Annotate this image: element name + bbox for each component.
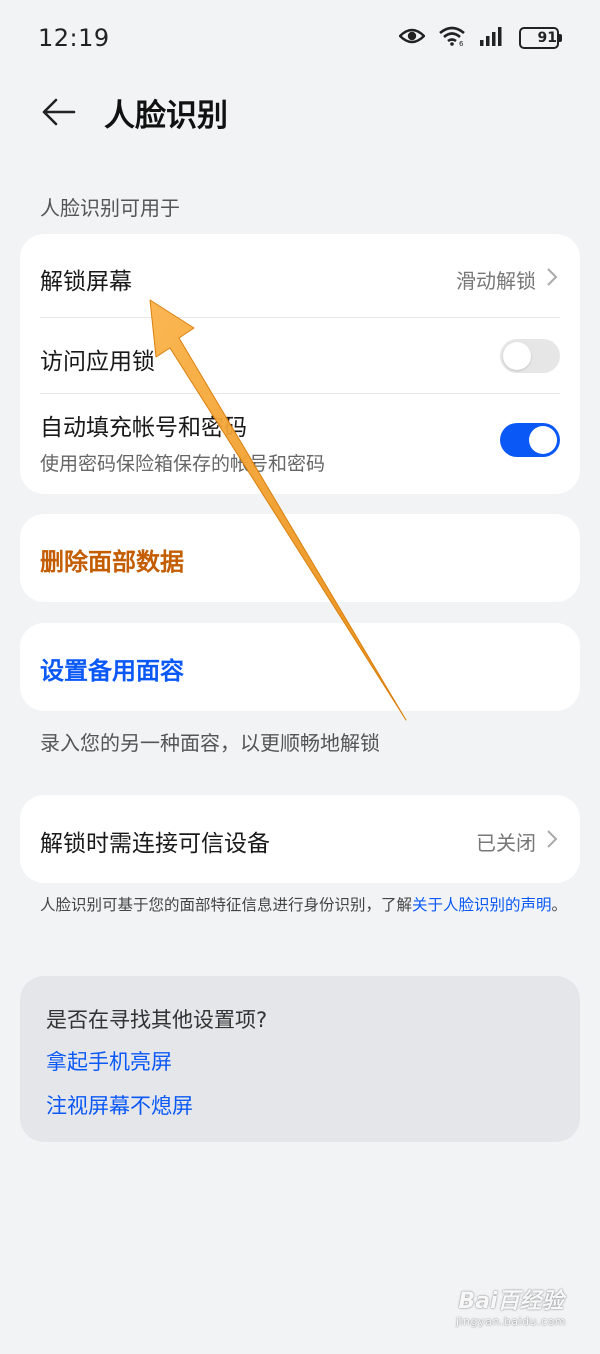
status-icons: 6 91 <box>398 26 562 50</box>
face-recognition-disclaimer: 人脸识别可基于您的面部特征信息进行身份识别，了解关于人脸识别的声明。 <box>40 894 570 917</box>
status-time: 12:19 <box>38 24 110 52</box>
statement-link[interactable]: 关于人脸识别的声明 <box>412 896 552 914</box>
section-label: 人脸识别可用于 <box>40 196 180 220</box>
alt-face-card[interactable]: 设置备用面容 <box>20 623 580 711</box>
autofill-label: 自动填充帐号和密码 <box>40 415 247 441</box>
eye-icon <box>398 26 426 50</box>
disclaimer-end: 。 <box>551 896 568 914</box>
back-button[interactable] <box>34 92 82 132</box>
watermark-url: jingyan.baidu.com <box>456 1315 567 1328</box>
header: 人脸识别 <box>0 76 600 148</box>
alt-face-button[interactable]: 设置备用面容 <box>40 651 184 686</box>
usage-card: 解锁屏幕 滑动解锁 访问应用锁 自动填充帐号和密码 使用密码保险箱保存的帐号和密… <box>20 234 580 494</box>
autofill-sublabel: 使用密码保险箱保存的帐号和密码 <box>40 453 326 475</box>
app-lock-label: 访问应用锁 <box>40 349 155 375</box>
unlock-screen-label: 解锁屏幕 <box>40 269 132 295</box>
trusted-device-row[interactable]: 解锁时需连接可信设备 已关闭 <box>20 795 580 883</box>
stay-on-when-viewing-link[interactable]: 注视屏幕不熄屏 <box>46 1090 193 1120</box>
unlock-screen-row[interactable]: 解锁屏幕 滑动解锁 <box>20 234 580 318</box>
svg-text:6: 6 <box>459 40 464 46</box>
delete-face-card[interactable]: 删除面部数据 <box>20 514 580 602</box>
raise-to-wake-link[interactable]: 拿起手机亮屏 <box>46 1046 172 1076</box>
trusted-device-card: 解锁时需连接可信设备 已关闭 <box>20 795 580 883</box>
app-lock-row[interactable]: 访问应用锁 <box>20 318 580 394</box>
chevron-right-icon <box>547 268 558 286</box>
watermark: Bai百经验 jingyan.baidu.com <box>456 1283 566 1328</box>
suggestions-card: 是否在寻找其他设置项? 拿起手机亮屏 注视屏幕不熄屏 <box>20 976 580 1142</box>
autofill-row[interactable]: 自动填充帐号和密码 使用密码保险箱保存的帐号和密码 <box>20 394 580 494</box>
trusted-device-value: 已关闭 <box>476 831 536 855</box>
battery-icon: 91 <box>519 27 562 49</box>
wifi-icon: 6 <box>439 26 465 50</box>
disclaimer-text: 人脸识别可基于您的面部特征信息进行身份识别，了解 <box>40 896 413 914</box>
delete-face-button[interactable]: 删除面部数据 <box>40 542 184 577</box>
battery-level: 91 <box>537 30 557 46</box>
status-bar: 12:19 6 91 <box>0 0 600 76</box>
watermark-logo: Bai百经验 <box>458 1289 564 1314</box>
back-arrow-icon <box>42 98 76 126</box>
suggestions-title: 是否在寻找其他设置项? <box>46 1008 268 1032</box>
signal-icon <box>479 26 505 50</box>
alt-face-note: 录入您的另一种面容，以更顺畅地解锁 <box>40 731 380 755</box>
page-title: 人脸识别 <box>104 98 228 134</box>
trusted-device-label: 解锁时需连接可信设备 <box>40 831 270 857</box>
unlock-screen-value: 滑动解锁 <box>456 269 536 293</box>
app-lock-toggle[interactable] <box>500 339 560 373</box>
chevron-right-icon <box>547 830 558 848</box>
autofill-toggle[interactable] <box>500 423 560 457</box>
